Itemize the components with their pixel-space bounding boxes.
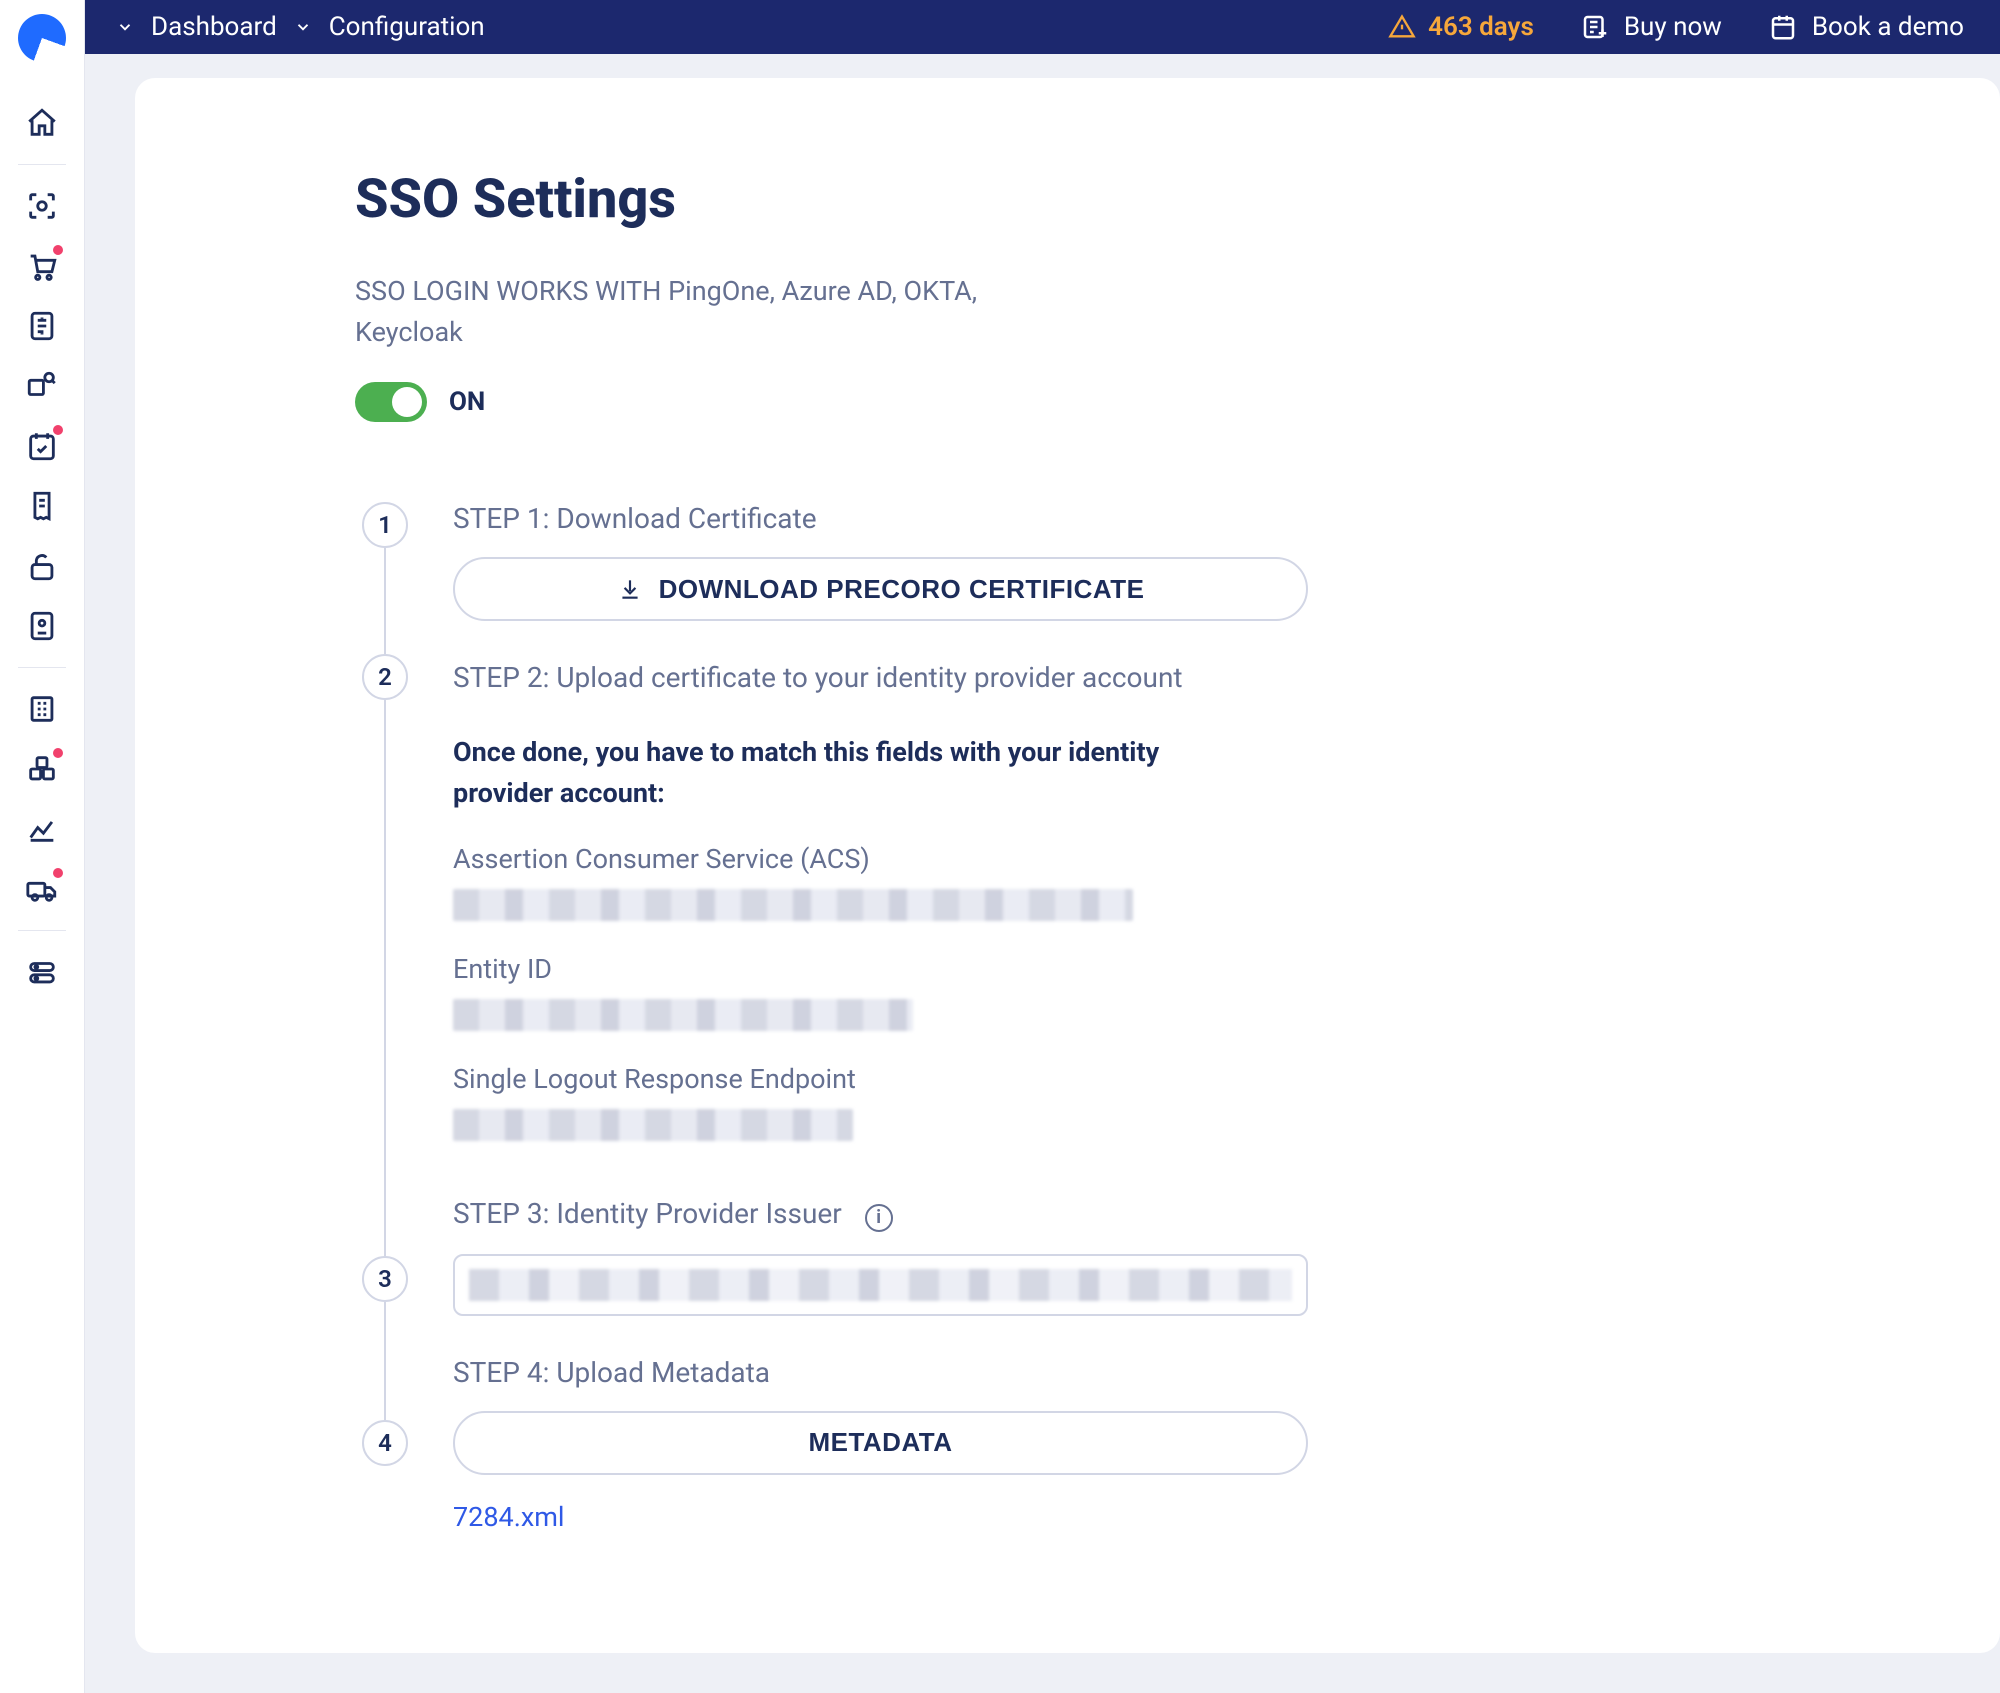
metadata-button[interactable]: METADATA — [453, 1411, 1308, 1475]
step1-title: STEP 1: Download Certificate — [453, 502, 1880, 535]
settings-card: SSO Settings SSO LOGIN WORKS WITH PingOn… — [135, 78, 2000, 1653]
step-number-3: 3 — [362, 1256, 408, 1302]
step2-note: Once done, you have to match this fields… — [453, 732, 1213, 813]
page-title: SSO Settings — [355, 168, 1880, 231]
cart-icon[interactable] — [23, 247, 61, 285]
download-certificate-button[interactable]: DOWNLOAD PRECORO CERTIFICATE — [453, 557, 1308, 621]
book-demo-label: Book a demo — [1812, 12, 1964, 42]
breadcrumb-dashboard[interactable]: Dashboard — [151, 12, 277, 42]
step3-title-text: STEP 3: Identity Provider Issuer — [453, 1197, 842, 1230]
search-package-icon[interactable] — [23, 367, 61, 405]
metadata-file-link[interactable]: 7284.xml — [453, 1501, 564, 1533]
sidebar — [0, 0, 85, 1693]
shipping-icon[interactable] — [23, 870, 61, 908]
sidebar-separator — [18, 164, 66, 165]
building-icon[interactable] — [23, 690, 61, 728]
issuer-input[interactable] — [453, 1254, 1308, 1316]
reports-icon[interactable] — [23, 810, 61, 848]
tasks-icon[interactable] — [23, 427, 61, 465]
slo-label: Single Logout Response Endpoint — [453, 1063, 1880, 1095]
sso-toggle[interactable] — [355, 382, 427, 422]
unlock-icon[interactable] — [23, 547, 61, 585]
trial-days: 463 days — [1428, 12, 1534, 42]
trial-warning[interactable]: 463 days — [1388, 12, 1534, 42]
invoice-icon[interactable] — [23, 307, 61, 345]
app-logo[interactable] — [18, 14, 66, 62]
step2-title: STEP 2: Upload certificate to your ident… — [453, 661, 1880, 694]
toggle-state-label: ON — [449, 387, 485, 417]
buy-now-label: Buy now — [1624, 12, 1722, 42]
home-icon[interactable] — [23, 104, 61, 142]
chevron-down-icon[interactable] — [115, 17, 135, 37]
step3-title: STEP 3: Identity Provider Issuer i — [453, 1197, 1880, 1232]
step-number-2: 2 — [362, 654, 408, 700]
sidebar-separator — [18, 930, 66, 931]
breadcrumb-configuration[interactable]: Configuration — [329, 12, 485, 42]
step-rail: 1 2 3 4 — [355, 502, 415, 1573]
step-number-4: 4 — [362, 1420, 408, 1466]
focus-icon[interactable] — [23, 187, 61, 225]
acs-label: Assertion Consumer Service (ACS) — [453, 843, 1880, 875]
entityid-value-redacted — [453, 999, 913, 1031]
buy-now-link[interactable]: Buy now — [1580, 12, 1722, 42]
metadata-button-label: METADATA — [808, 1427, 952, 1458]
inventory-icon[interactable] — [23, 750, 61, 788]
sidebar-separator — [18, 667, 66, 668]
info-icon[interactable]: i — [865, 1204, 893, 1232]
acs-value-redacted — [453, 889, 1133, 921]
slo-value-redacted — [453, 1109, 853, 1141]
download-certificate-label: DOWNLOAD PRECORO CERTIFICATE — [659, 574, 1145, 605]
book-demo-link[interactable]: Book a demo — [1768, 12, 1964, 42]
entityid-label: Entity ID — [453, 953, 1880, 985]
chevron-down-icon[interactable] — [293, 17, 313, 37]
expense-icon[interactable] — [23, 607, 61, 645]
step4-title: STEP 4: Upload Metadata — [453, 1356, 1880, 1389]
settings-icon[interactable] — [23, 953, 61, 991]
top-bar: Dashboard Configuration 463 days Buy now… — [85, 0, 2000, 54]
page-subtitle: SSO LOGIN WORKS WITH PingOne, Azure AD, … — [355, 271, 1035, 352]
receipt-icon[interactable] — [23, 487, 61, 525]
issuer-value-redacted — [469, 1269, 1292, 1301]
step-number-1: 1 — [362, 502, 408, 548]
